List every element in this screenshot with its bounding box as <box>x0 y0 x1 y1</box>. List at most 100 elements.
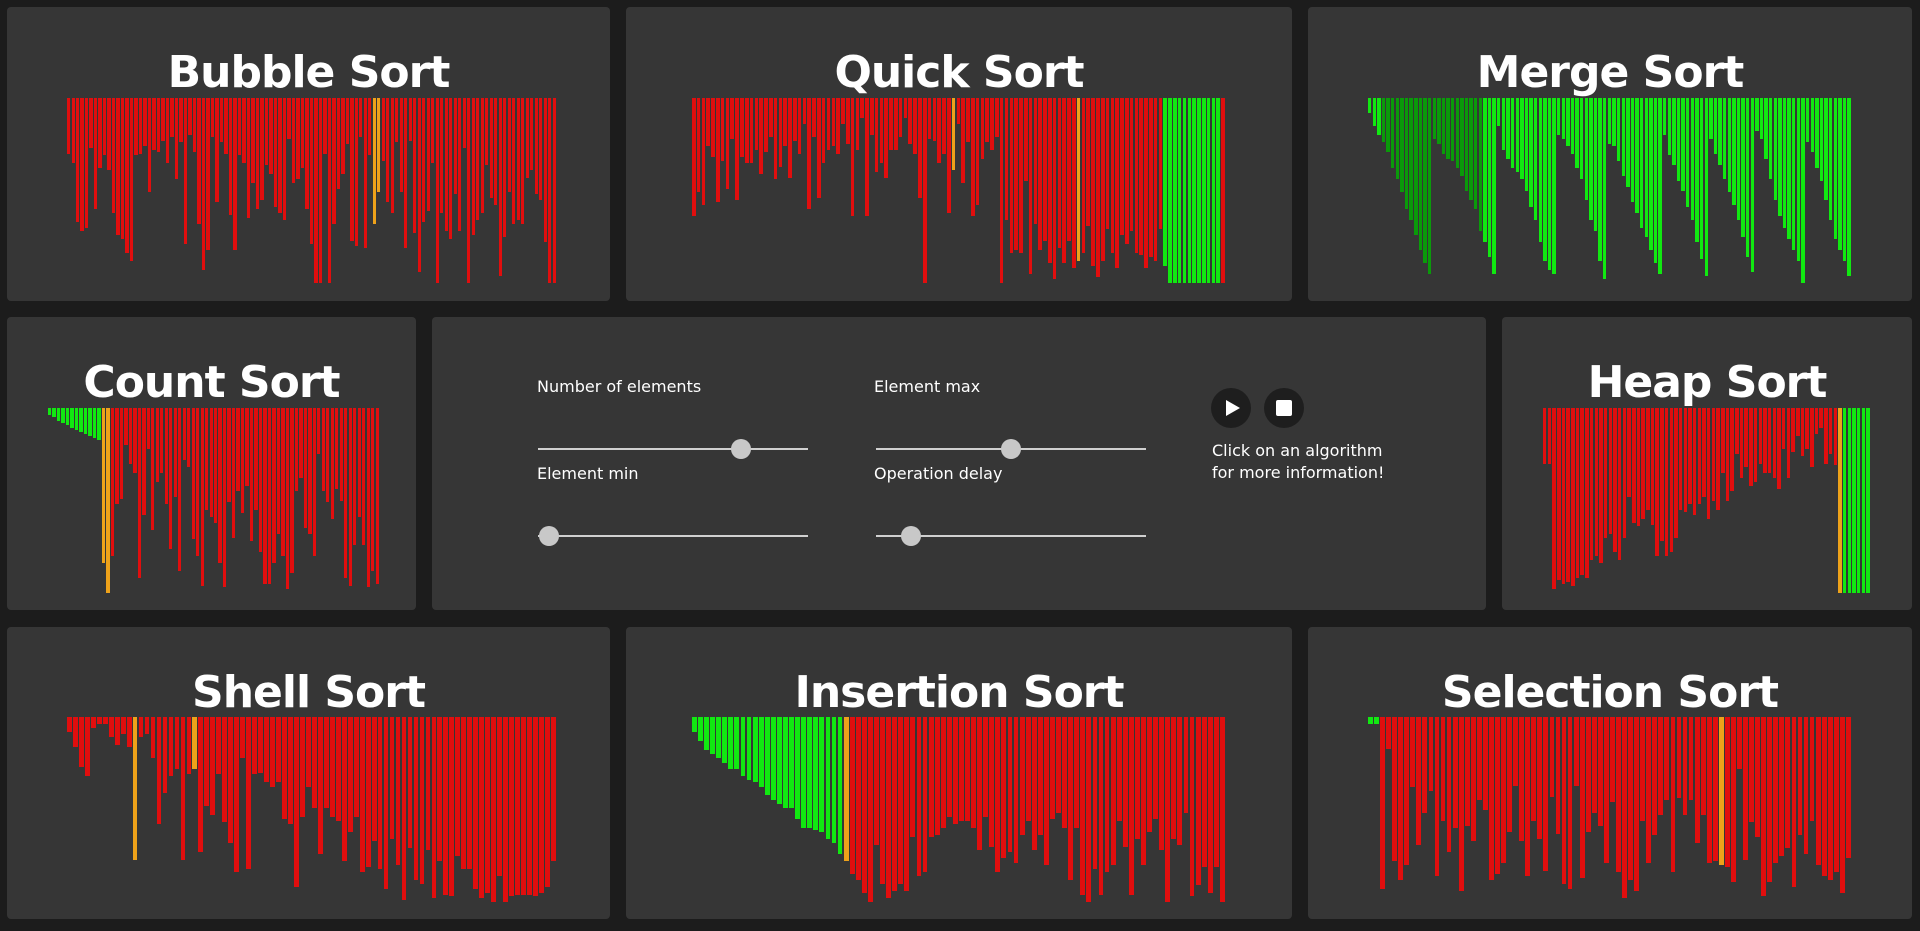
selection-bar <box>1446 717 1452 852</box>
bubble-bar <box>67 98 71 154</box>
bubble-bar <box>75 98 80 222</box>
merge-bar <box>1792 98 1796 250</box>
slider-thumb[interactable] <box>901 526 922 546</box>
selection-bar <box>1495 717 1500 875</box>
insertion-bar <box>710 717 716 754</box>
quick-bar <box>821 98 826 163</box>
selection-bar <box>1567 717 1573 890</box>
quick-bar <box>1076 98 1081 261</box>
shell-bar <box>294 717 299 888</box>
selection-bar <box>1519 717 1525 841</box>
heap-bar <box>1650 408 1655 525</box>
algo-panel-selection[interactable]: Selection Sort <box>1308 627 1912 919</box>
algo-panel-bubble[interactable]: Bubble Sort <box>7 7 610 301</box>
bar-chart-count <box>48 408 380 593</box>
stop-button[interactable] <box>1264 388 1304 428</box>
quick-bar <box>1153 98 1158 261</box>
selection-bar <box>1803 717 1809 854</box>
shell-bar <box>419 717 425 884</box>
quick-bar <box>1182 98 1187 283</box>
shell-bar <box>174 717 180 769</box>
insertion-bar <box>886 717 892 899</box>
insertion-bar <box>1189 717 1195 897</box>
merge-bar <box>1377 98 1381 135</box>
count-bar <box>61 408 65 423</box>
selection-bar <box>1724 717 1730 867</box>
bubble-bar <box>309 98 314 245</box>
bubble-bar <box>93 98 98 209</box>
insertion-bar <box>752 717 758 782</box>
heap-bar <box>1669 408 1673 553</box>
quick-bar <box>879 98 884 163</box>
quick-bar <box>841 98 845 124</box>
bubble-bar <box>296 98 300 180</box>
algo-panel-insertion[interactable]: Insertion Sort <box>626 627 1292 919</box>
insertion-bar <box>922 717 928 873</box>
heap-bar <box>1632 408 1636 523</box>
selection-bar <box>1767 717 1773 882</box>
insertion-bar <box>1031 717 1037 851</box>
algo-panel-count[interactable]: Count Sort <box>7 317 416 610</box>
shell-bar <box>509 717 514 897</box>
slider-thumb[interactable] <box>538 526 559 546</box>
num-elements-slider[interactable] <box>538 439 808 459</box>
play-button[interactable] <box>1211 388 1251 428</box>
selection-bar <box>1712 717 1718 862</box>
quick-bar <box>817 98 821 198</box>
heap-bar <box>1833 408 1837 466</box>
quick-bar <box>711 98 715 158</box>
heap-bar <box>1571 408 1575 586</box>
merge-bar <box>1556 98 1561 135</box>
quick-bar <box>720 98 725 161</box>
algo-panel-merge[interactable]: Merge Sort <box>1308 7 1912 301</box>
shell-bar <box>551 717 556 862</box>
merge-bar <box>1391 98 1395 169</box>
bubble-bar <box>489 98 493 198</box>
quick-bar <box>812 98 816 137</box>
count-bar <box>97 408 101 440</box>
insertion-bar <box>965 717 970 821</box>
quick-bar <box>966 98 970 143</box>
quick-bar <box>692 98 696 217</box>
insertion-bar <box>1104 717 1110 873</box>
bubble-bar <box>71 98 75 163</box>
algo-panel-heap[interactable]: Heap Sort <box>1502 317 1912 610</box>
selection-bar <box>1622 717 1627 899</box>
algo-panel-shell[interactable]: Shell Sort <box>7 627 610 919</box>
algo-panel-quick[interactable]: Quick Sort <box>626 7 1292 301</box>
bubble-bar <box>179 98 183 143</box>
slider-thumb[interactable] <box>1001 439 1021 459</box>
quick-bar <box>889 98 893 150</box>
count-bar <box>124 408 128 445</box>
insertion-bar <box>1056 717 1061 814</box>
selection-bar <box>1482 717 1488 810</box>
count-bar <box>214 408 218 523</box>
shell-bar <box>371 717 377 841</box>
merge-bar <box>1580 98 1584 180</box>
quick-bar <box>797 98 802 154</box>
element-max-slider[interactable] <box>876 439 1146 459</box>
shell-bar <box>335 717 341 821</box>
merge-bar <box>1815 98 1819 169</box>
bubble-bar <box>111 98 116 213</box>
bubble-bar <box>359 98 363 137</box>
heap-bar <box>1861 408 1866 593</box>
count-bar <box>52 408 56 418</box>
shell-bar <box>323 717 329 808</box>
selection-bar <box>1773 717 1779 864</box>
shell-bar <box>168 717 174 777</box>
bubble-bar <box>453 98 457 195</box>
bubble-bar <box>282 98 287 221</box>
quick-bar <box>783 98 788 147</box>
count-bar <box>74 408 79 431</box>
bubble-bar <box>323 98 327 154</box>
slider-thumb[interactable] <box>730 439 751 459</box>
element-min-slider[interactable] <box>538 526 808 546</box>
merge-bar <box>1584 98 1589 200</box>
merge-bar <box>1561 98 1565 139</box>
shell-bar <box>312 717 317 808</box>
heap-bar <box>1547 408 1552 464</box>
merge-bar <box>1741 98 1745 237</box>
operation-delay-slider[interactable] <box>876 526 1146 546</box>
shell-bar <box>120 717 126 734</box>
